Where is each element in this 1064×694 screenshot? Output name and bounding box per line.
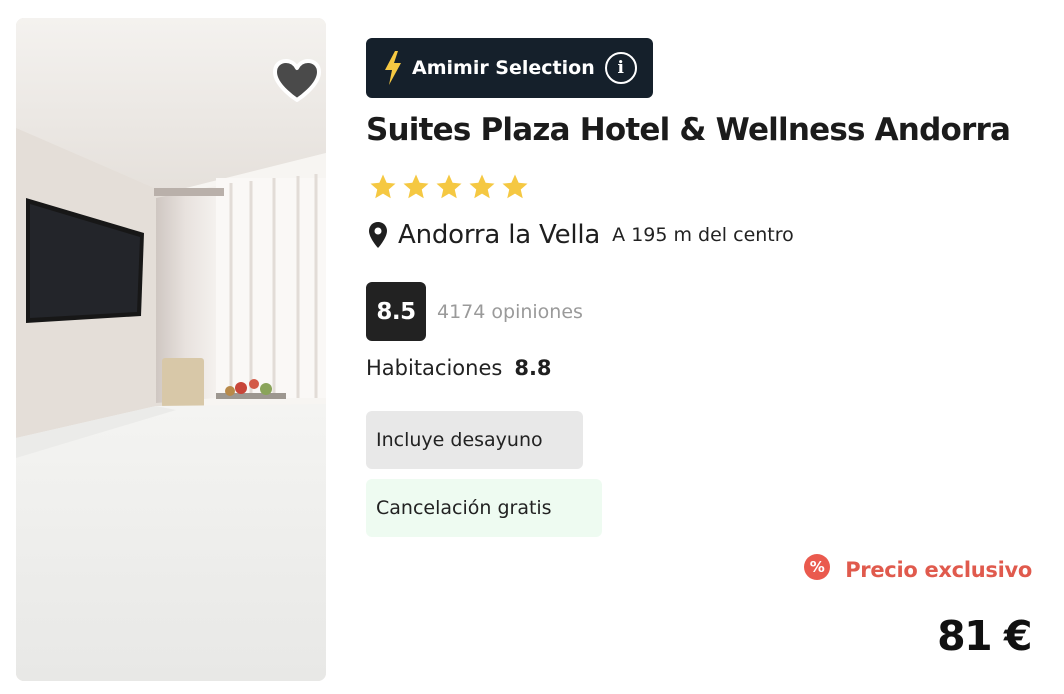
breakfast-included-tag: Incluye desayuno [366,411,583,469]
star-icon [469,174,495,199]
review-rating: 8.5 4174 opiniones [366,282,583,341]
info-icon[interactable]: i [604,52,637,84]
percent-icon: % [804,554,831,580]
favorite-button[interactable] [270,56,324,106]
badge-label: Amimir Selection [412,57,595,79]
rooms-rating: Habitaciones 8.8 [366,356,552,380]
city-name: Andorra la Vella [398,220,601,250]
star-icon [502,174,528,199]
star-icon [436,174,462,199]
promo-text: Precio exclusivo [845,558,1032,582]
star-rating [368,172,530,202]
lightning-icon [385,51,401,85]
heart-icon [273,59,321,102]
rooms-label: Habitaciones [366,356,503,380]
star-icon [403,174,429,199]
star-icon [370,174,396,199]
free-cancellation-tag: Cancelación gratis [366,479,602,537]
distance-to-center: A 195 m del centro [612,224,794,246]
exclusive-price-label: % Precio exclusivo [804,554,1032,582]
price[interactable]: 81 € [937,612,1032,660]
hotel-card[interactable]: Amimir Selection i Suites Plaza Hotel & … [0,0,1064,694]
review-score-badge: 8.5 [366,282,426,341]
hotel-name[interactable]: Suites Plaza Hotel & Wellness Andorra [366,112,1011,148]
hotel-location: Andorra la Vella A 195 m del centro [368,220,794,250]
amimir-selection-badge[interactable]: Amimir Selection i [366,38,653,98]
map-pin-icon [369,222,387,248]
rooms-score: 8.8 [514,356,552,380]
review-count[interactable]: 4174 opiniones [437,301,583,323]
hotel-photo[interactable] [16,18,326,681]
room-image [16,18,326,681]
